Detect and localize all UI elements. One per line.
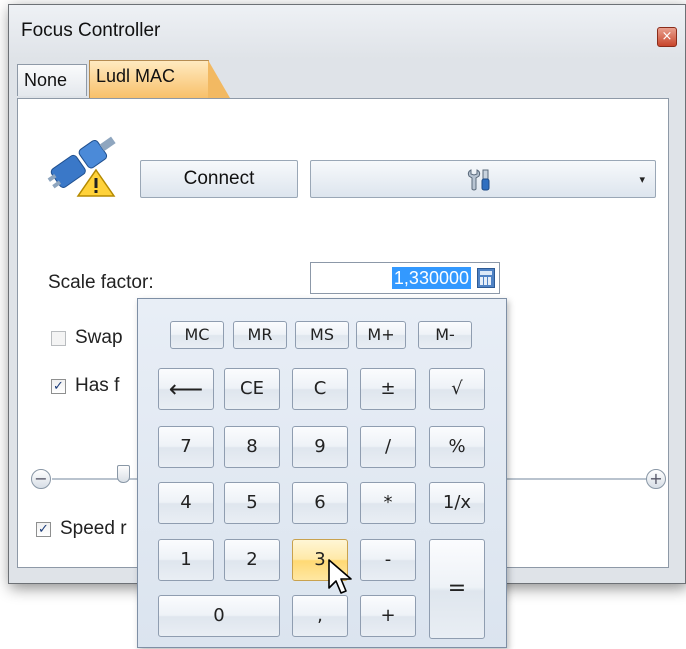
plug-warning-icon bbox=[47, 136, 116, 197]
tab-ludl-mac[interactable]: Ludl MAC bbox=[89, 60, 230, 98]
key-divide[interactable]: / bbox=[360, 426, 416, 468]
has-focus-label: Has f bbox=[75, 375, 120, 396]
tools-icon bbox=[467, 169, 490, 191]
key-multiply[interactable]: * bbox=[360, 482, 416, 524]
scale-factor-input[interactable]: 1,330000 bbox=[310, 262, 500, 294]
key-9[interactable]: 9 bbox=[292, 426, 348, 468]
key-plus[interactable]: + bbox=[360, 595, 416, 637]
key-mc[interactable]: MC bbox=[170, 321, 224, 349]
calculator-dropdown: MC MR MS M+ M- ⟵ CE C ± √ 7 8 9 / % 4 5 … bbox=[137, 298, 507, 648]
key-5[interactable]: 5 bbox=[224, 482, 280, 524]
key-0[interactable]: 0 bbox=[158, 595, 280, 637]
key-8[interactable]: 8 bbox=[224, 426, 280, 468]
scale-factor-value: 1,330000 bbox=[391, 267, 471, 289]
key-ce[interactable]: CE bbox=[224, 368, 280, 410]
key-6[interactable]: 6 bbox=[292, 482, 348, 524]
key-m-minus[interactable]: M- bbox=[418, 321, 472, 349]
key-reciprocal[interactable]: 1/x bbox=[429, 482, 485, 524]
window-title: Focus Controller bbox=[21, 20, 161, 41]
has-focus-checkbox[interactable]: ✓ bbox=[51, 379, 66, 394]
tab-strip: None Ludl MAC bbox=[17, 58, 683, 98]
slider-increase-button[interactable]: + bbox=[646, 469, 666, 489]
speed-label: Speed r bbox=[60, 518, 127, 539]
slider-decrease-button[interactable]: − bbox=[31, 469, 51, 489]
chevron-down-icon: ▾ bbox=[639, 173, 645, 186]
swap-checkbox[interactable] bbox=[51, 331, 66, 346]
key-backspace[interactable]: ⟵ bbox=[158, 368, 214, 410]
key-percent[interactable]: % bbox=[429, 426, 485, 468]
key-4[interactable]: 4 bbox=[158, 482, 214, 524]
key-plus-minus[interactable]: ± bbox=[360, 368, 416, 410]
swap-label: Swap bbox=[75, 327, 123, 348]
key-3[interactable]: 3 bbox=[292, 539, 348, 581]
close-button[interactable]: × bbox=[657, 27, 677, 47]
key-2[interactable]: 2 bbox=[224, 539, 280, 581]
device-settings-dropdown[interactable]: ▾ bbox=[310, 160, 656, 198]
key-decimal[interactable]: , bbox=[292, 595, 348, 637]
key-sqrt[interactable]: √ bbox=[429, 368, 485, 410]
slider-thumb[interactable] bbox=[117, 465, 130, 483]
key-7[interactable]: 7 bbox=[158, 426, 214, 468]
scale-factor-label: Scale factor: bbox=[48, 272, 154, 293]
key-mr[interactable]: MR bbox=[233, 321, 287, 349]
key-minus[interactable]: - bbox=[360, 539, 416, 581]
key-m-plus[interactable]: M+ bbox=[356, 321, 406, 349]
key-c[interactable]: C bbox=[292, 368, 348, 410]
title-bar[interactable]: Focus Controller × bbox=[9, 5, 685, 59]
tab-none[interactable]: None bbox=[17, 64, 87, 96]
key-1[interactable]: 1 bbox=[158, 539, 214, 581]
connect-button[interactable]: Connect bbox=[140, 160, 298, 198]
key-ms[interactable]: MS bbox=[295, 321, 349, 349]
speed-checkbox[interactable]: ✓ bbox=[36, 522, 51, 537]
calculator-icon[interactable] bbox=[477, 268, 495, 288]
key-equals[interactable]: = bbox=[429, 539, 485, 639]
